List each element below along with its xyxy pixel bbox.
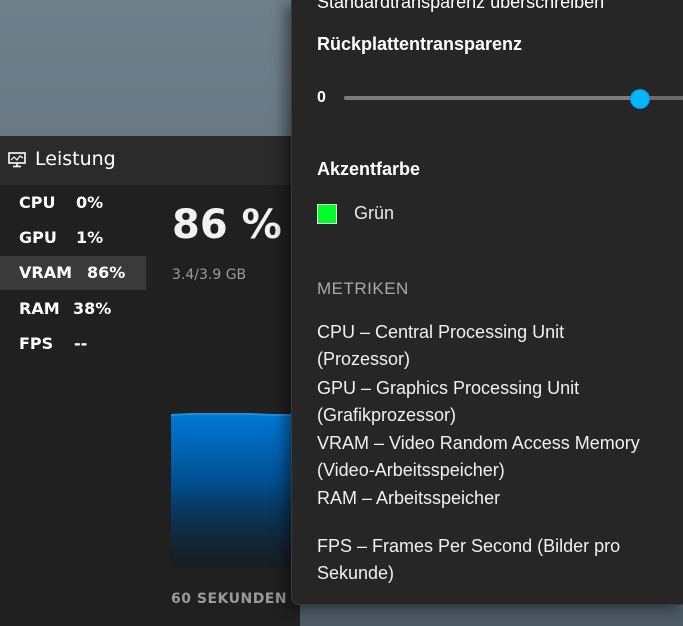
memory-usage-readout: 3.4/3.9 GB xyxy=(172,267,247,283)
description-line: RAM – Arbeitsspeicher xyxy=(317,488,501,508)
accent-color-dropdown[interactable]: Grün xyxy=(354,203,394,224)
metric-value: -- xyxy=(74,334,88,353)
description-line: FPS – Frames Per Second (Bilder pro xyxy=(317,536,621,556)
transparency-slider-thumb[interactable] xyxy=(630,89,650,109)
metric-value: 1% xyxy=(76,228,104,247)
metric-item-ram[interactable]: RAM 38% xyxy=(0,292,146,326)
graph-time-label: 60 SEKUNDEN xyxy=(171,591,288,607)
description-line: (Video-Arbeitsspeicher) xyxy=(317,460,505,480)
metric-item-fps[interactable]: FPS -- xyxy=(0,327,146,361)
description-line: Sekunde) xyxy=(317,563,395,583)
performance-widget-title: Leistung xyxy=(35,148,116,170)
metric-name: GPU xyxy=(19,228,57,247)
override-transparency-label[interactable]: Standardtransparenz überschreiben xyxy=(317,0,604,13)
metric-name: CPU xyxy=(19,193,56,212)
description-line: CPU – Central Processing Unit xyxy=(317,322,565,342)
usage-graph-line xyxy=(171,413,300,416)
usage-graph-area xyxy=(171,414,300,568)
metric-description-fps: FPS – Frames Per Second (Bilder pro Seku… xyxy=(317,533,683,587)
metric-value: 0% xyxy=(76,193,104,212)
metric-name: RAM xyxy=(19,299,60,318)
performance-monitor-icon xyxy=(8,152,26,168)
backplate-transparency-label: Rückplattentransparenz xyxy=(317,34,523,54)
accent-color-label: Akzentfarbe xyxy=(317,159,421,179)
accent-color-swatch[interactable] xyxy=(317,204,337,224)
description-line: (Grafikprozessor) xyxy=(317,405,457,425)
metric-value: 38% xyxy=(73,299,112,318)
slider-min-label: 0 xyxy=(317,89,326,106)
metrics-section-heading: METRIKEN xyxy=(317,279,409,298)
transparency-slider-fill xyxy=(344,96,640,100)
metric-item-cpu[interactable]: CPU 0% xyxy=(0,186,146,220)
settings-panel: Standardtransparenz überschreiben Rückpl… xyxy=(291,0,683,605)
metric-name: VRAM xyxy=(19,263,73,282)
performance-widget: Leistung CPU 0% GPU 1% VRAM 86% RAM 38% … xyxy=(0,136,300,626)
metric-item-gpu[interactable]: GPU 1% xyxy=(0,221,146,255)
description-line: VRAM – Video Random Access Memory xyxy=(317,433,640,453)
metric-name: FPS xyxy=(19,334,54,353)
metric-description-cpu: CPU – Central Processing Unit (Prozessor… xyxy=(317,319,683,373)
metric-description-ram: RAM – Arbeitsspeicher xyxy=(317,485,683,512)
metric-value: 86% xyxy=(87,263,126,282)
description-line: (Prozessor) xyxy=(317,349,411,369)
metric-item-vram[interactable]: VRAM 86% xyxy=(0,256,146,290)
metric-description-vram: VRAM – Video Random Access Memory (Video… xyxy=(317,430,683,484)
description-line: GPU – Graphics Processing Unit xyxy=(317,378,580,398)
current-metric-value: 86 % xyxy=(172,202,282,248)
usage-graph xyxy=(171,413,300,568)
metric-description-gpu: GPU – Graphics Processing Unit (Grafikpr… xyxy=(317,375,683,429)
performance-widget-header[interactable]: Leistung xyxy=(0,136,300,185)
